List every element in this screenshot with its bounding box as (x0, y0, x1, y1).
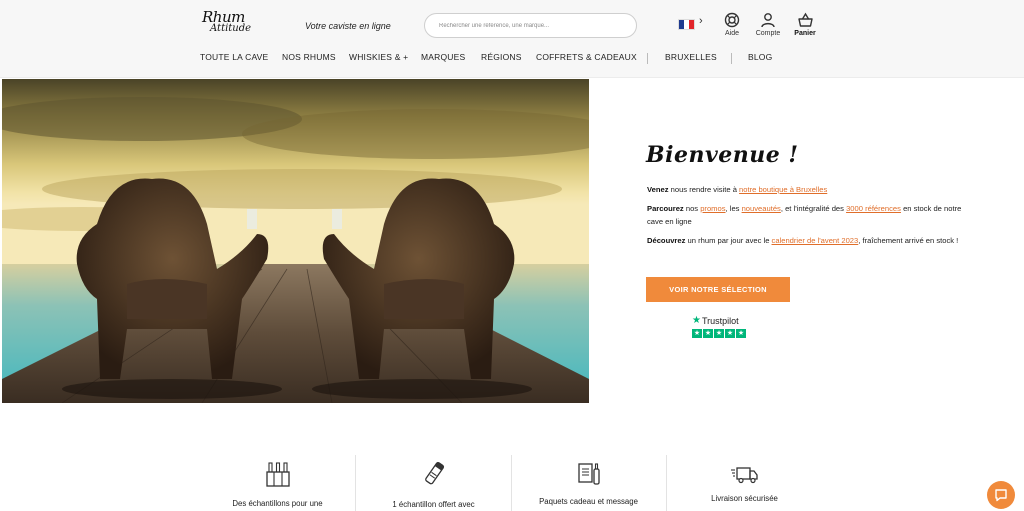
cart-link[interactable]: Panier (785, 12, 825, 37)
rating-star-icon: ★ (703, 329, 713, 338)
nav-item-marques[interactable]: MARQUES (421, 52, 465, 62)
nav-divider (647, 53, 648, 64)
trustpilot-widget[interactable]: ★ Trustpilot ★ ★ ★ ★ ★ (692, 315, 747, 338)
bottles-rack-icon (265, 462, 290, 487)
features-strip: Des échantillons pour une 1 échantillon … (200, 450, 822, 511)
cart-label: Panier (794, 30, 816, 37)
nav-item-toute-la-cave[interactable]: TOUTE LA CAVE (200, 52, 268, 62)
trustpilot-label: Trustpilot (701, 315, 739, 326)
feature-free-sample: 1 échantillon offert avec (356, 450, 511, 511)
sample-tube-icon (424, 461, 444, 485)
main-nav: TOUTE LA CAVE NOS RHUMS WHISKIES & + MAR… (0, 52, 1024, 66)
logo[interactable]: Rhum Attitude (200, 8, 256, 38)
welcome-line-visit: Venez nous rendre visite à notre boutiqu… (647, 183, 972, 196)
lifebuoy-icon (724, 12, 740, 28)
feature-samples-label: Des échantillons pour une (232, 499, 323, 508)
account-link[interactable]: Compte (748, 12, 788, 37)
nav-divider (731, 53, 732, 64)
browse-text-3: , et l'intégralité des (780, 204, 847, 213)
user-icon (761, 13, 775, 28)
delivery-truck-icon (730, 467, 758, 484)
promos-link[interactable]: promos (700, 204, 725, 213)
new-arrivals-link[interactable]: nouveautés (742, 204, 781, 213)
feature-gift-label: Paquets cadeau et message (539, 497, 638, 506)
chat-icon (995, 489, 1007, 502)
gift-message-icon (577, 463, 600, 485)
see-selection-button[interactable]: VOIR NOTRE SÉLECTION (646, 277, 790, 302)
nav-item-bruxelles[interactable]: BRUXELLES (665, 52, 717, 62)
discover-bold: Découvrez (647, 236, 686, 245)
chat-button[interactable] (987, 481, 1015, 509)
browse-bold: Parcourez (647, 204, 684, 213)
feature-delivery-label: Livraison sécurisée (711, 494, 778, 503)
visit-bold: Venez (647, 185, 669, 194)
feature-free-sample-label: 1 échantillon offert avec (392, 500, 475, 509)
help-link[interactable]: Aide (712, 12, 752, 37)
nav-item-blog[interactable]: BLOG (748, 52, 772, 62)
rating-star-icon: ★ (714, 329, 724, 338)
nav-item-regions[interactable]: RÉGIONS (481, 52, 522, 62)
feature-delivery: Livraison sécurisée (667, 450, 822, 511)
browse-text-2: , les (725, 204, 742, 213)
site-header: Rhum Attitude Votre caviste en ligne › A… (0, 0, 1024, 78)
rating-star-icon: ★ (725, 329, 735, 338)
advent-calendar-link[interactable]: calendrier de l'avent 2023 (772, 236, 859, 245)
help-label: Aide (724, 30, 739, 37)
hero-image (2, 79, 589, 403)
welcome-line-browse: Parcourez nos promos, les nouveautés, et… (647, 202, 972, 228)
trustpilot-name: ★ Trustpilot (692, 315, 747, 326)
logo-line2: Attitude (210, 23, 252, 34)
account-label: Compte (755, 30, 781, 37)
rating-star-icon: ★ (692, 329, 702, 338)
welcome-line-discover: Découvrez un rhum par jour avec le calen… (647, 234, 972, 247)
basket-icon (797, 12, 813, 27)
shop-brussels-link[interactable]: notre boutique à Bruxelles (739, 185, 827, 194)
tagline: Votre caviste en ligne (305, 21, 391, 31)
france-flag-icon[interactable] (678, 19, 695, 30)
welcome-title: Bienvenue ! (646, 142, 799, 168)
browse-text-1: nos (683, 204, 701, 213)
visit-text: nous rendre visite à (668, 185, 740, 194)
discover-text-1: un rhum par jour avec le (685, 236, 772, 245)
nav-item-whiskies[interactable]: WHISKIES & + (349, 52, 408, 62)
rating-star-icon: ★ (736, 329, 746, 338)
discover-text-2: , fraîchement arrivé en stock ! (858, 236, 959, 245)
nav-item-coffrets-cadeaux[interactable]: COFFRETS & CADEAUX (536, 52, 637, 62)
chevron-right-icon[interactable]: › (699, 15, 703, 27)
trustpilot-star-icon: ★ (692, 315, 701, 326)
trustpilot-rating: ★ ★ ★ ★ ★ (692, 329, 747, 338)
feature-samples: Des échantillons pour une (200, 450, 355, 511)
search-input[interactable] (424, 13, 637, 38)
all-references-link[interactable]: 3000 références (846, 204, 901, 213)
feature-gift: Paquets cadeau et message (511, 450, 666, 511)
nav-item-nos-rhums[interactable]: NOS RHUMS (282, 52, 336, 62)
